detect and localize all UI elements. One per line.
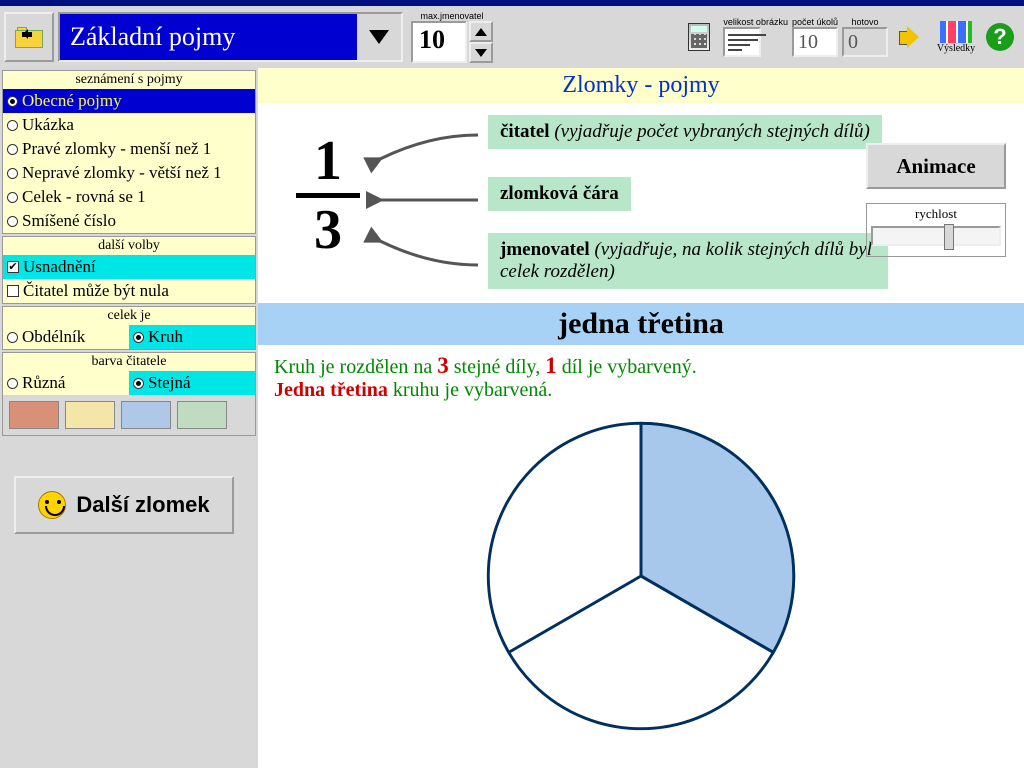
- speed-slider[interactable]: [871, 226, 1001, 246]
- sound-button[interactable]: [892, 14, 932, 60]
- help-button[interactable]: ?: [980, 14, 1020, 60]
- task-count-label: počet úkolů: [792, 17, 838, 27]
- fraction-denominator: 3: [288, 202, 368, 258]
- denominator-explain: jmenovatel (vyjadřuje, na kolik stejných…: [488, 233, 888, 289]
- folder-up-icon: [15, 26, 43, 48]
- topic-dropdown-value: Základní pojmy: [60, 14, 357, 60]
- image-size-label: velikost obrázku: [723, 17, 788, 27]
- task-count-input[interactable]: [792, 27, 838, 57]
- help-icon: ?: [986, 23, 1014, 51]
- fraction-name-banner: jedna třetina: [258, 303, 1024, 345]
- shape-circle[interactable]: Kruh: [129, 325, 255, 349]
- description-text: Kruh je rozdělen na 3 stejné díly, 1 díl…: [258, 345, 1024, 410]
- topic-mixed-number[interactable]: Smíšené číslo: [3, 209, 255, 233]
- main-title: Zlomky - pojmy: [258, 68, 1024, 103]
- image-size-control[interactable]: [723, 27, 761, 57]
- fraction-pie: [481, 416, 801, 736]
- color-swatch-4[interactable]: [177, 401, 227, 429]
- calculator-icon: [688, 23, 710, 51]
- option-numerator-zero[interactable]: Čitatel může být nula: [3, 279, 255, 303]
- topic-dropdown[interactable]: Základní pojmy: [58, 12, 403, 62]
- group-topics-title: seznámení s pojmy: [3, 71, 255, 89]
- color-swatch-1[interactable]: [9, 401, 59, 429]
- max-denominator-label: max.jmenovatel: [411, 11, 493, 21]
- group-color-title: barva čitatele: [3, 353, 255, 371]
- done-value: [842, 27, 888, 57]
- pointer-arrows: [358, 115, 488, 295]
- fraction-numerator: 1: [288, 133, 368, 189]
- smiley-icon: [38, 491, 66, 519]
- toolbar: Základní pojmy max.jmenovatel 10 velikos…: [0, 6, 1024, 68]
- max-denominator-value[interactable]: 10: [411, 21, 467, 63]
- animation-button[interactable]: Animace: [866, 143, 1006, 189]
- color-same[interactable]: Stejná: [129, 371, 255, 395]
- topic-example[interactable]: Ukázka: [3, 113, 255, 137]
- results-label: Výsledky: [937, 43, 975, 54]
- calculator-button[interactable]: [679, 14, 719, 60]
- color-swatch-2[interactable]: [65, 401, 115, 429]
- chevron-down-icon: [357, 14, 401, 60]
- done-label: hotovo: [842, 17, 888, 27]
- topic-general-concepts[interactable]: Obecné pojmy: [3, 89, 255, 113]
- topic-improper-fractions[interactable]: Nepravé zlomky - větší než 1: [3, 161, 255, 185]
- back-button[interactable]: [4, 12, 54, 62]
- group-shape-title: celek je: [3, 307, 255, 325]
- option-easier[interactable]: ✔Usnadnění: [3, 255, 255, 279]
- max-denominator-down[interactable]: [469, 42, 493, 63]
- max-denominator-up[interactable]: [469, 21, 493, 42]
- speed-control: rychlost: [866, 203, 1006, 257]
- bar-explain: zlomková čára: [488, 177, 631, 211]
- group-options-title: další volby: [3, 237, 255, 255]
- topic-proper-fractions[interactable]: Pravé zlomky - menší než 1: [3, 137, 255, 161]
- speaker-icon: [899, 24, 925, 50]
- fraction-bar: [296, 193, 360, 198]
- results-button[interactable]: Výsledky: [936, 14, 976, 60]
- shape-rectangle[interactable]: Obdélník: [3, 325, 129, 349]
- bar-chart-icon: [940, 21, 972, 43]
- main-panel: Zlomky - pojmy 1 3 čitatel (vyjadřuje po…: [258, 68, 1024, 768]
- fraction-display: 1 3: [288, 133, 368, 258]
- color-swatch-3[interactable]: [121, 401, 171, 429]
- color-different[interactable]: Různá: [3, 371, 129, 395]
- numerator-explain: čitatel (vyjadřuje počet vybraných stejn…: [488, 115, 882, 149]
- next-fraction-button[interactable]: Další zlomek: [14, 476, 234, 534]
- topic-whole-equals-one[interactable]: Celek - rovná se 1: [3, 185, 255, 209]
- sidebar: seznámení s pojmy Obecné pojmy Ukázka Pr…: [0, 68, 258, 768]
